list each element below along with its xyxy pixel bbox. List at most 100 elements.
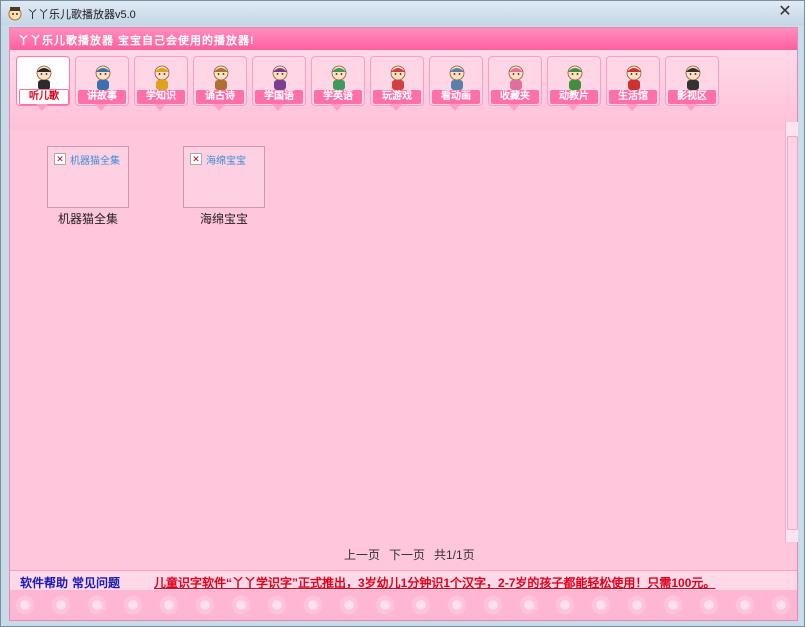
flower-decoration <box>374 594 396 616</box>
close-button[interactable]: ✕ <box>776 3 794 21</box>
nav-card: 看动画 <box>429 56 483 106</box>
nav-card: 生活馆 <box>606 56 660 106</box>
nav-pointer <box>95 104 107 111</box>
nav-pointer <box>213 104 225 111</box>
thumbnail-alt-text: 海绵宝宝 <box>206 156 246 167</box>
nav-pointer <box>567 104 579 111</box>
nav-card: 学英语 <box>311 56 365 106</box>
nav-item-label: 学英语 <box>314 90 362 104</box>
nav-pointer <box>390 104 402 111</box>
flower-decoration <box>302 594 324 616</box>
nav-item-label: 影视区 <box>668 90 716 104</box>
nav-item-tell-story[interactable]: 讲故事 <box>75 56 129 122</box>
album-caption[interactable]: 机器猫全集 <box>47 210 129 227</box>
header-banner: 丫丫乐儿歌播放器 宝宝自己会使用的播放器! <box>10 28 797 50</box>
floral-border <box>10 590 797 620</box>
nav-pointer <box>36 104 48 111</box>
banner-text: 丫丫乐儿歌播放器 宝宝自己会使用的播放器! <box>18 35 255 47</box>
nav-item-film-reel[interactable]: 影视区 <box>665 56 719 122</box>
nav-pointer <box>272 104 284 111</box>
nav-item-favorites[interactable]: 收藏夹 <box>488 56 542 122</box>
broken-image-icon: ✕ <box>190 153 202 165</box>
main-panel: 丫丫乐儿歌播放器 宝宝自己会使用的播放器! 听儿歌 讲故事 学知识 诵古诗 学国语 学英语… <box>9 27 798 621</box>
nav-item-label: 诵古诗 <box>196 90 244 104</box>
nav-item-learn-english[interactable]: 学英语 <box>311 56 365 122</box>
flower-decoration <box>158 594 180 616</box>
album-caption[interactable]: 海绵宝宝 <box>183 210 265 227</box>
nav-item-watch-cartoon[interactable]: 看动画 <box>429 56 483 122</box>
footer-bar: 软件帮助 常见问题 儿童识字软件“丫丫学识字”正式推出，3岁幼儿1分钟识1个汉字… <box>10 570 797 591</box>
nav-item-learn-mandarin[interactable]: 学国语 <box>252 56 306 122</box>
flower-decoration <box>14 594 36 616</box>
nav-item-play-game[interactable]: 玩游戏 <box>370 56 424 122</box>
flower-decoration <box>266 594 288 616</box>
vertical-scrollbar[interactable] <box>785 122 798 542</box>
flower-decoration <box>194 594 216 616</box>
nav-item-label: 看动画 <box>432 90 480 104</box>
nav-card: 学国语 <box>252 56 306 106</box>
window-title: 丫丫乐儿歌播放器v5.0 <box>27 9 136 21</box>
flower-decoration <box>662 594 684 616</box>
nav-item-education-film[interactable]: 动教片 <box>547 56 601 122</box>
scrollbar-thumb[interactable] <box>787 136 798 530</box>
nav-card: 收藏夹 <box>488 56 542 106</box>
nav-card: 影视区 <box>665 56 719 106</box>
flower-decoration <box>518 594 540 616</box>
nav-item-recite-poem[interactable]: 诵古诗 <box>193 56 247 122</box>
flower-decoration <box>338 594 360 616</box>
flower-decoration <box>734 594 756 616</box>
next-page-link[interactable]: 下一页 <box>389 546 425 563</box>
nav-pointer <box>154 104 166 111</box>
software-help-link[interactable]: 软件帮助 <box>20 574 68 591</box>
app-icon <box>8 7 22 21</box>
nav-card: 学知识 <box>134 56 188 106</box>
album-grid: ✕ 机器猫全集 机器猫全集 ✕ 海绵宝宝 海绵宝宝 <box>10 130 783 542</box>
thumbnail-alt-text: 机器猫全集 <box>70 156 120 167</box>
faq-link[interactable]: 常见问题 <box>72 574 120 591</box>
pagination: 上一页 下一页 共1/1页 <box>10 542 797 566</box>
flower-decoration <box>554 594 576 616</box>
album-thumbnail[interactable]: ✕ 海绵宝宝 <box>183 146 265 208</box>
nav-card: 诵古诗 <box>193 56 247 106</box>
app-window: 丫丫乐儿歌播放器v5.0 ✕ 丫丫乐儿歌播放器 宝宝自己会使用的播放器! 听儿歌… <box>0 0 805 627</box>
close-icon: ✕ <box>778 3 792 20</box>
nav-item-label: 听儿歌 <box>19 89 69 105</box>
broken-image-icon: ✕ <box>54 153 66 165</box>
nav-card: 讲故事 <box>75 56 129 106</box>
flower-decoration <box>446 594 468 616</box>
nav-pointer <box>331 104 343 111</box>
flower-decoration <box>86 594 108 616</box>
nav-item-label: 学国语 <box>255 90 303 104</box>
nav-card: 听儿歌 <box>16 56 70 106</box>
nav-item-learn-knowledge[interactable]: 学知识 <box>134 56 188 122</box>
flower-decoration <box>770 594 792 616</box>
nav-pointer <box>626 104 638 111</box>
nav-item-label: 生活馆 <box>609 90 657 104</box>
nav-item-listen-song[interactable]: 听儿歌 <box>16 56 70 122</box>
nav-card: 玩游戏 <box>370 56 424 106</box>
title-bar[interactable]: 丫丫乐儿歌播放器v5.0 ✕ <box>1 1 804 25</box>
album-thumbnail[interactable]: ✕ 机器猫全集 <box>47 146 129 208</box>
nav-item-label: 收藏夹 <box>491 90 539 104</box>
flower-decoration <box>590 594 612 616</box>
nav-pointer <box>449 104 461 111</box>
nav-item-label: 玩游戏 <box>373 90 421 104</box>
promo-link[interactable]: 儿童识字软件“丫丫学识字”正式推出，3岁幼儿1分钟识1个汉字，2-7岁的孩子都能… <box>154 574 715 591</box>
nav-item-label: 动教片 <box>550 90 598 104</box>
flower-decoration <box>230 594 252 616</box>
category-toolbar: 听儿歌 讲故事 学知识 诵古诗 学国语 学英语 玩游戏 看动画 收藏夹 动教片 生活馆 影视区 <box>10 50 797 130</box>
flower-decoration <box>410 594 432 616</box>
nav-item-label: 学知识 <box>137 90 185 104</box>
flower-decoration <box>698 594 720 616</box>
flower-decoration <box>482 594 504 616</box>
nav-pointer <box>685 104 697 111</box>
prev-page-link[interactable]: 上一页 <box>344 546 380 563</box>
nav-pointer <box>508 104 520 111</box>
flower-decoration <box>122 594 144 616</box>
flower-decoration <box>50 594 72 616</box>
flower-decoration <box>626 594 648 616</box>
nav-card: 动教片 <box>547 56 601 106</box>
nav-item-watermelon[interactable]: 生活馆 <box>606 56 660 122</box>
page-count: 共1/1页 <box>434 548 475 562</box>
nav-item-label: 讲故事 <box>78 90 126 104</box>
